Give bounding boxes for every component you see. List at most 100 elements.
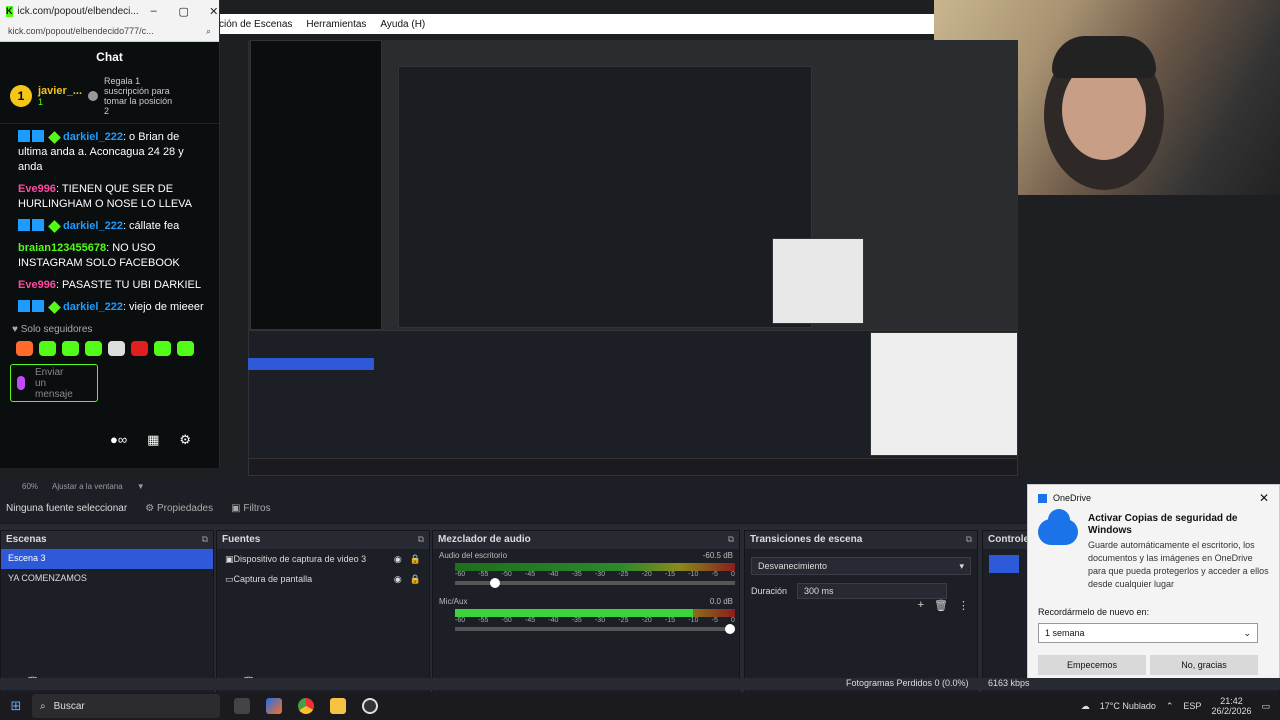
dock-icon[interactable]: ⧉ [966,534,972,546]
kick-titlebar[interactable]: K ick.com/popout/elbendeci... – ▢ ✕ [0,0,219,22]
start-button[interactable]: Empecemos [1038,655,1146,675]
dock-icon[interactable]: ⧉ [202,534,208,546]
channel-name: Mic/Aux [439,597,468,606]
channel-name: Audio del escritorio [439,551,508,560]
duration-field[interactable]: 300 ms [797,583,948,599]
source-item[interactable]: ▣ Dispositivo de captura de video 3 ◉ 🔒 [217,549,429,569]
monitor-icon: ▭ [225,573,234,584]
obs-preview[interactable] [248,40,1018,476]
windows-start-icon[interactable]: ⊞ [0,698,32,714]
pinned-gift-banner: 1 javier_... 1 Regala 1 suscripción para… [0,68,219,124]
chevron-down-icon: ▾ [959,561,964,571]
task-view-icon[interactable] [234,698,250,714]
emote-picker-icon[interactable]: ●∞ [110,432,127,448]
delete-icon[interactable]: 🗑 [934,599,948,612]
scene-item[interactable]: YA COMENZAMOS [1,569,213,589]
emote-icon[interactable] [154,341,171,356]
zoom-icon[interactable]: ⌕ [206,26,211,37]
gift-icon [88,90,99,101]
taskbar-search[interactable]: ⌕ Buscar [32,694,220,718]
menu-item-help[interactable]: Ayuda (H) [380,19,425,30]
no-thanks-button[interactable]: No, gracias [1150,655,1258,675]
more-icon[interactable]: ⋮ [958,599,969,612]
preview-mini-chat [250,40,382,330]
chevron-up-icon[interactable]: ⌃ [1166,701,1174,712]
settings-icon[interactable]: ⚙ [179,432,191,448]
file-explorer-icon[interactable] [330,698,346,714]
system-tray: ☁ 17°C Nublado ⌃ ESP 21:42 26/2/2026 ▭ [1081,696,1280,716]
properties-button[interactable]: ⚙ Propiedades [145,503,213,514]
toast-body: Guarde automáticamente el escritorio, lo… [1088,540,1269,589]
maximize-icon[interactable]: ▢ [169,5,199,18]
emote-icon[interactable] [16,341,33,356]
meter-tick: -20 [641,617,652,624]
lang-indicator[interactable]: ESP [1183,701,1201,711]
chevron-down-icon[interactable]: ▼ [137,482,145,491]
emote-icon[interactable] [85,341,102,356]
volume-slider[interactable] [455,578,735,588]
preview-mini-obs [398,66,812,328]
meter-tick: -5 [711,617,718,624]
emote-icon[interactable] [108,341,125,356]
chevron-down-icon: ⌄ [1243,628,1251,638]
chrome-icon[interactable] [298,698,314,714]
filters-button[interactable]: ▣ Filtros [231,503,270,514]
visibility-icon[interactable]: ◉ [394,554,402,565]
zoom-level[interactable]: 60% [22,482,38,491]
clock[interactable]: 21:42 26/2/2026 [1211,696,1251,716]
chat-user[interactable]: darkiel_222 [63,220,123,232]
chat-user[interactable]: braian123455678 [18,242,106,254]
emote-icon[interactable] [131,341,148,356]
chat-user[interactable]: darkiel_222 [63,301,123,313]
notification-icon[interactable]: ▭ [1261,701,1270,712]
volume-slider[interactable] [455,624,735,634]
transition-select[interactable]: Desvanecimiento ▾ [751,557,971,575]
source-item[interactable]: ▭ Captura de pantalla ◉ 🔒 [217,569,429,589]
copilot-icon[interactable] [266,698,282,714]
menu-item-tools[interactable]: Herramientas [306,19,366,30]
menu-item-scenes[interactable]: ción de Escenas [219,19,292,30]
kick-url-bar[interactable]: kick.com/popout/elbendecido777/c... ⌕ [0,22,219,42]
volume-knob[interactable] [489,578,500,588]
emote-icon[interactable] [39,341,56,356]
sources-title: Fuentes [222,534,261,545]
emote-icon[interactable] [177,341,194,356]
start-streaming-button[interactable] [989,555,1019,573]
scene-item[interactable]: Escena 3 [1,549,213,569]
verified-icon [48,131,61,144]
pinned-user[interactable]: javier_... [38,85,82,97]
dock-icon[interactable]: ⧉ [728,534,734,546]
minimize-icon[interactable]: – [139,5,169,18]
chat-input[interactable]: Enviar un mensaje [10,364,98,402]
fit-to-window[interactable]: Ajustar a la ventana [52,482,123,491]
obs-icon[interactable] [362,698,378,714]
mic-icon[interactable] [17,376,25,390]
add-icon[interactable]: + [918,599,924,612]
kick-chat-window: K ick.com/popout/elbendeci... – ▢ ✕ kick… [0,0,220,468]
meter-tick: -50 [501,617,512,624]
lock-icon[interactable]: 🔒 [410,574,421,585]
gift-store-icon[interactable]: ▦ [147,432,159,448]
remind-select[interactable]: 1 semana ⌄ [1038,623,1258,643]
visibility-icon[interactable]: ◉ [394,574,402,585]
remind-label: Recordármelo de nuevo en: [1038,607,1150,617]
volume-knob[interactable] [725,624,735,634]
chat-user[interactable]: Eve996 [18,183,56,195]
meter-ticks: -60 -55 -50 -45 -40 -35 -30 -25 -20 -15 -10 -5 0 [455,571,735,578]
meter-tick: -45 [524,617,536,624]
level-fill [455,609,693,617]
chat-user[interactable]: Eve996 [18,279,56,291]
weather-text[interactable]: 17°C Nublado [1100,701,1156,711]
close-icon[interactable]: ✕ [1259,491,1269,505]
obs-menubar: ción de Escenas Herramientas Ayuda (H) [215,14,935,34]
weather-icon[interactable]: ☁ [1081,701,1090,712]
chat-messages: darkiel_222: o Brian de ultima anda a. A… [0,124,219,315]
dock-icon[interactable]: ⧉ [418,534,424,546]
emote-icon[interactable] [62,341,79,356]
lock-icon[interactable]: 🔒 [410,554,421,565]
close-icon[interactable]: ✕ [199,5,229,18]
meter-tick: -25 [618,571,629,578]
chat-user[interactable]: darkiel_222 [63,131,123,143]
transitions-panel: Transiciones de escena ⧉ Desvanecimiento ▾… [744,530,978,694]
preview-mini-toast-2 [870,332,1018,456]
